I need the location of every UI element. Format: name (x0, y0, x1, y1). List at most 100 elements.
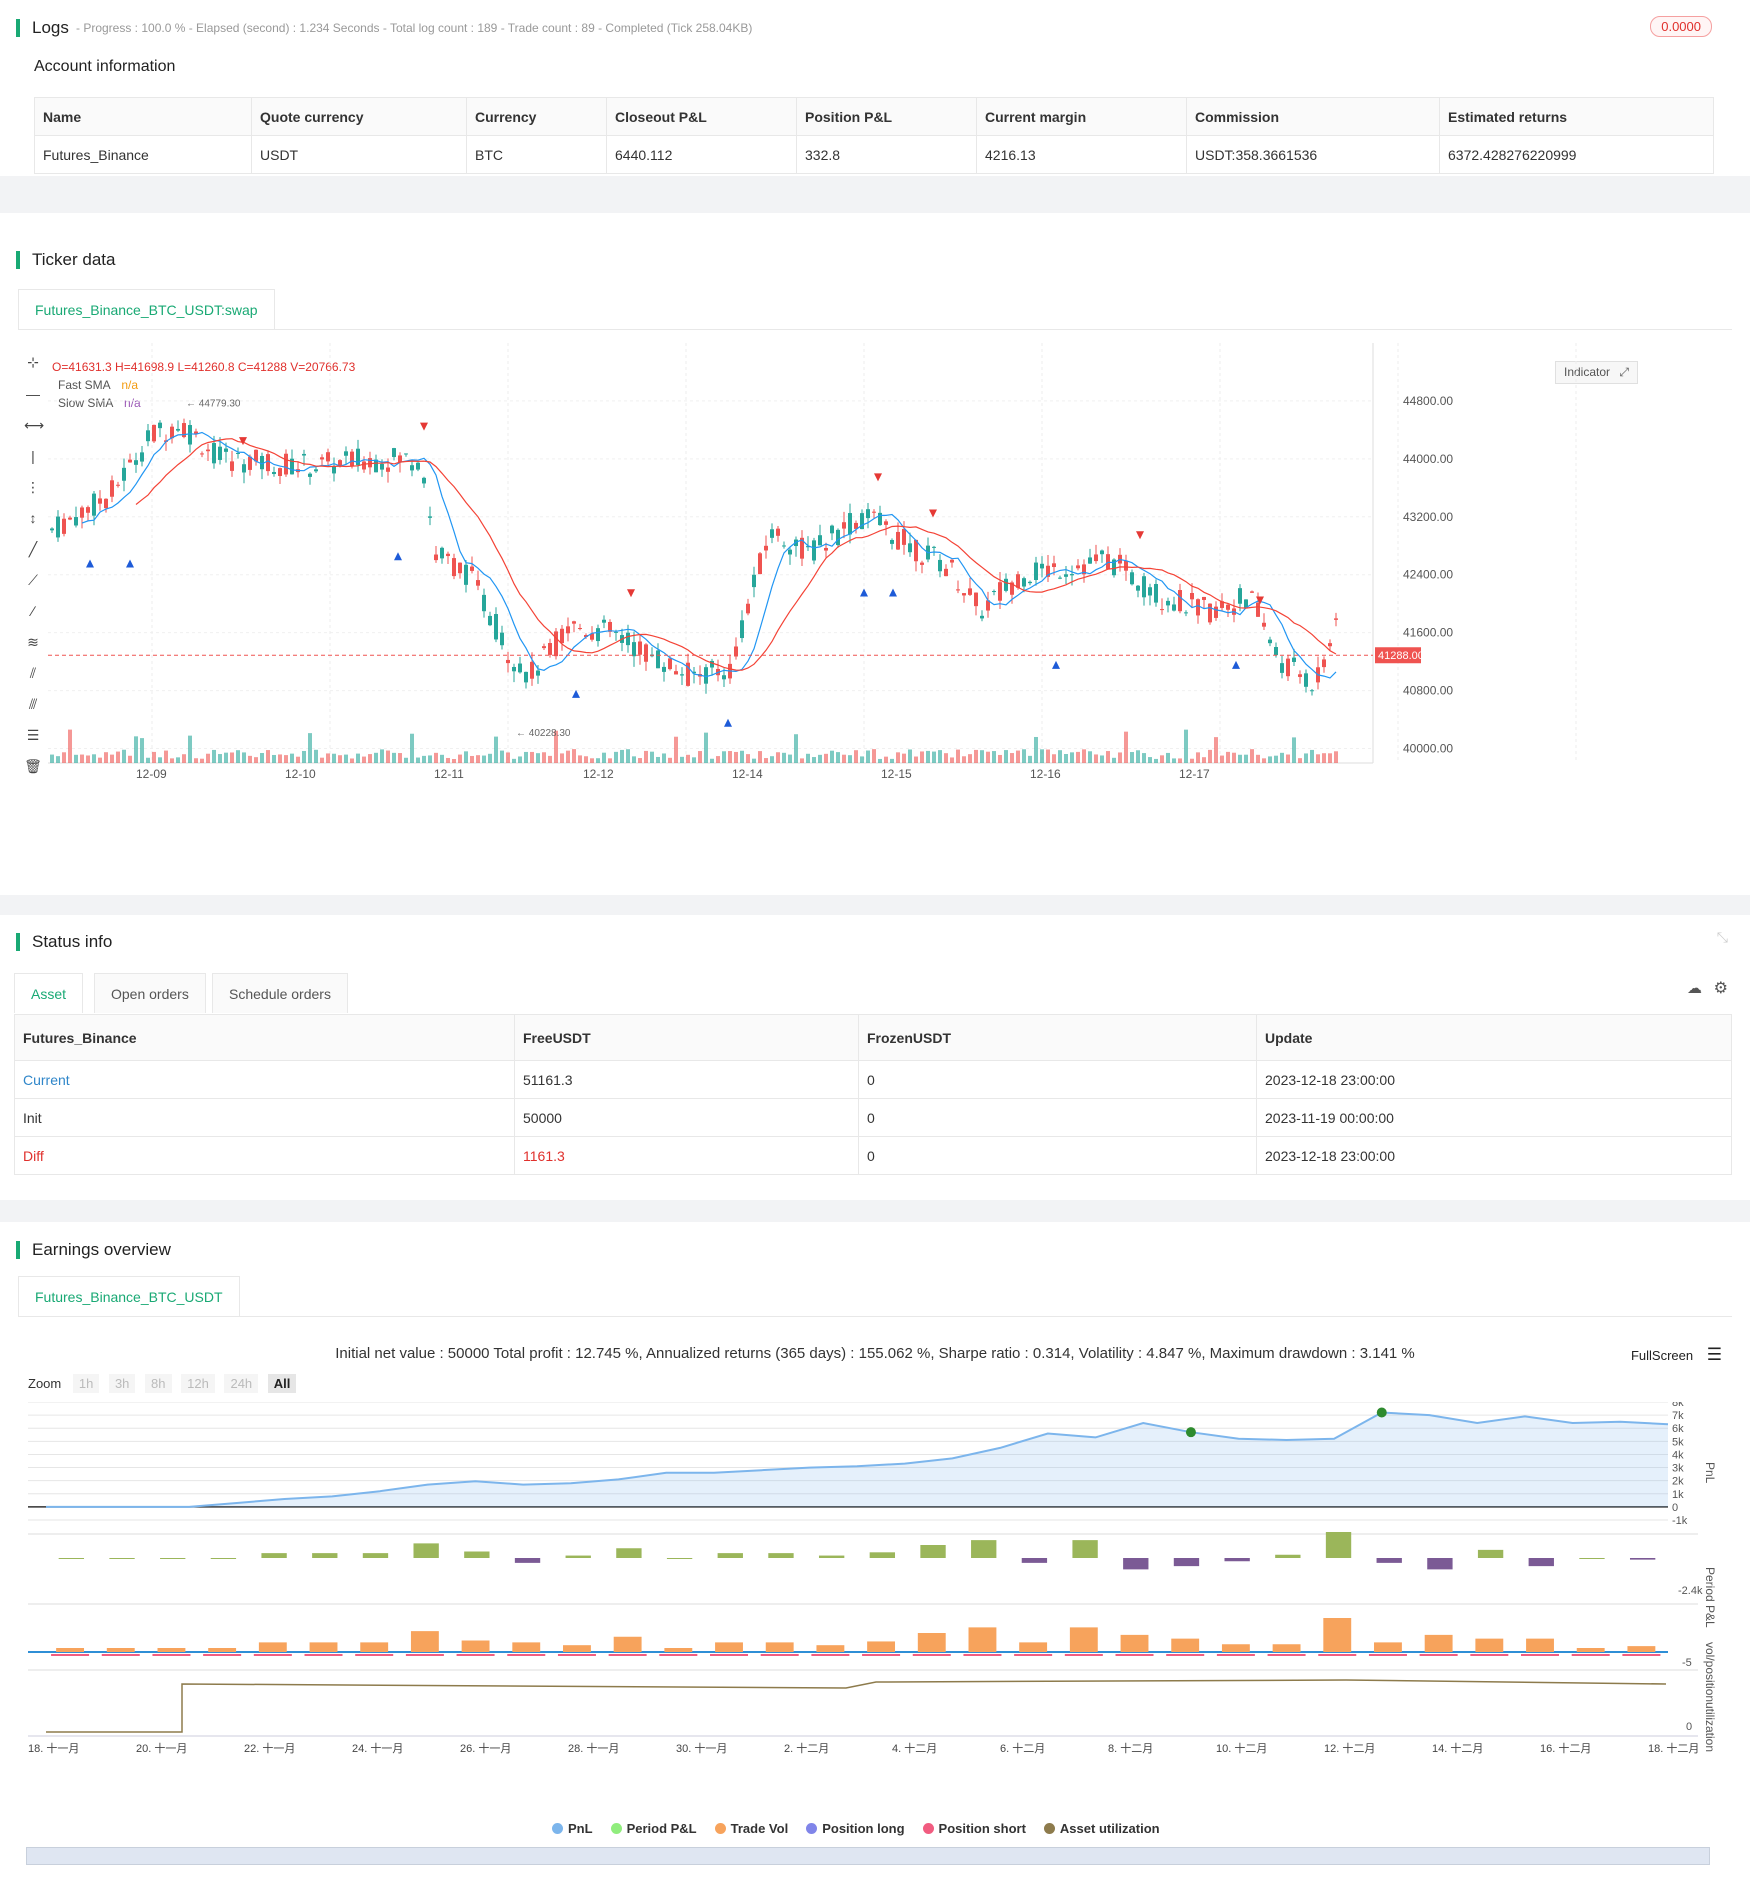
collapse-icon[interactable]: ⤡ (1717, 929, 1728, 946)
pitchfork-tool-icon[interactable]: ⫻ (24, 695, 42, 713)
volume-bar (1196, 752, 1200, 763)
tab-open-orders[interactable]: Open orders (94, 973, 206, 1013)
candle-body (272, 471, 276, 475)
trade-vol-bar (563, 1645, 591, 1652)
earnings-tab[interactable]: Futures_Binance_BTC_USDT (18, 1276, 240, 1316)
volume-bar (848, 755, 852, 763)
position-short-bar (760, 1654, 799, 1656)
vol-tick-label: -5 (1682, 1657, 1692, 1669)
price-range-tool-icon[interactable]: ↕ (24, 509, 42, 527)
tab-asset[interactable]: Asset (14, 973, 84, 1013)
legend-item[interactable]: Position short (922, 1821, 1026, 1836)
col-commission: Commission (1186, 97, 1440, 136)
candle-body (140, 452, 144, 462)
candle-body (848, 513, 852, 535)
pnl-tick-label: 2k (1672, 1476, 1684, 1488)
zoom-12h[interactable]: 12h (181, 1374, 215, 1393)
cell: 2023-11-19 00:00:00 (1256, 1098, 1732, 1137)
volume-bar (116, 751, 120, 763)
candle-body (764, 545, 768, 551)
candle-body (362, 461, 366, 470)
legend-swatch-icon (806, 1823, 818, 1834)
fullscreen-button[interactable]: FullScreen ☰ (1631, 1345, 1722, 1365)
candle-body (230, 461, 234, 471)
volume-bar (56, 756, 60, 763)
candle-body (188, 425, 192, 445)
volume-bar (1256, 754, 1260, 763)
candle-body (812, 540, 816, 561)
zoom-3h[interactable]: 3h (108, 1374, 136, 1393)
volume-bar (260, 753, 264, 763)
volume-bar (638, 758, 642, 763)
volume-bar (338, 755, 342, 763)
long-marker (860, 588, 868, 597)
menu-icon[interactable]: ☰ (1707, 1345, 1722, 1364)
volume-bar (1004, 750, 1008, 763)
gear-icon[interactable]: ⚙ (1714, 978, 1728, 998)
earnings-chart[interactable]: 8k7k6k5k4k3k2k1k0-1k-2.4k-50PnLPeriod P&… (0, 1402, 1750, 1852)
ticker-tab[interactable]: Futures_Binance_BTC_USDT:swap (18, 289, 275, 329)
candle-body (974, 592, 978, 607)
trash-icon[interactable]: 🗑 (24, 757, 42, 775)
volume-bar (644, 750, 648, 763)
candle-body (434, 554, 438, 561)
volume-bar (158, 757, 162, 763)
price-level-tool-icon[interactable]: ☰ (24, 726, 42, 744)
candle-body (1304, 673, 1308, 687)
date-tick-label: 26. 十一月 (460, 1741, 511, 1755)
trade-vol-bar (867, 1641, 896, 1652)
zoom-8h[interactable]: 8h (145, 1374, 172, 1393)
vertical-segment-tool-icon[interactable]: ⋮ (24, 478, 42, 496)
navigator-scrollbar[interactable] (26, 1847, 1710, 1865)
trade-vol-bar (1171, 1638, 1200, 1652)
candle-body (392, 448, 396, 458)
pnl-tick-label: 0 (1672, 1502, 1678, 1514)
volume-bar (128, 755, 132, 763)
trend-line-tool-icon[interactable]: ╱ (24, 540, 42, 558)
volume-bar (434, 752, 438, 763)
pnl-area (46, 1412, 1668, 1507)
trade-vol-bar (360, 1642, 389, 1652)
segment-tool-icon[interactable]: ∕ (24, 602, 42, 620)
tab-schedule-orders[interactable]: Schedule orders (212, 973, 348, 1013)
short-marker (1136, 531, 1144, 540)
trade-vol-bar (715, 1642, 743, 1652)
cloud-download-icon[interactable]: ☁ (1687, 979, 1702, 997)
legend-item[interactable]: PnL (552, 1821, 593, 1836)
logs-badge: 0.0000 (1650, 16, 1712, 37)
crosshair-tool-icon[interactable]: ⊹ (24, 353, 42, 371)
legend-item[interactable]: Asset utilization (1043, 1821, 1160, 1836)
ray-tool-icon[interactable]: ⟋ (24, 571, 42, 589)
fib-tool-icon[interactable]: ≋ (24, 633, 42, 651)
volume-bar (1202, 757, 1206, 763)
legend-label: Trade Vol (730, 1821, 789, 1836)
candle-body (110, 480, 114, 497)
candlestick-chart[interactable]: 44800.00 44000.00 43200.00 42400.00 41600.00… (48, 343, 1738, 793)
price-tick-label: 40800.00 (1403, 684, 1453, 698)
zoom-24h[interactable]: 24h (224, 1374, 259, 1393)
volume-bar (272, 754, 276, 763)
volume-bar (248, 755, 252, 763)
volume-bar (524, 751, 528, 763)
horizontal-ray-tool-icon[interactable]: ⟷ (24, 416, 44, 434)
candle-body (1268, 639, 1272, 644)
volume-bar (1160, 755, 1164, 763)
vertical-line-tool-icon[interactable]: | (24, 447, 42, 465)
horizontal-line-tool-icon[interactable]: — (24, 385, 42, 403)
legend-item[interactable]: Position long (806, 1821, 905, 1836)
volume-bar (392, 752, 396, 763)
legend-swatch-icon (1043, 1823, 1055, 1834)
pnl-tick-label: 5k (1672, 1436, 1684, 1448)
zoom-1h[interactable]: 1h (72, 1374, 100, 1393)
axis-title: Period P&L (1703, 1567, 1717, 1628)
legend-item[interactable]: Trade Vol (714, 1821, 789, 1836)
volume-bar (1208, 749, 1212, 763)
candle-body (842, 522, 846, 529)
volume-bar (104, 752, 108, 763)
parallel-channel-tool-icon[interactable]: ⫽ (24, 664, 42, 682)
position-short-bar (304, 1654, 343, 1656)
zoom-all[interactable]: All (267, 1374, 297, 1393)
candle-body (86, 507, 90, 513)
candle-body (1256, 602, 1260, 617)
legend-item[interactable]: Period P&L (610, 1821, 697, 1836)
